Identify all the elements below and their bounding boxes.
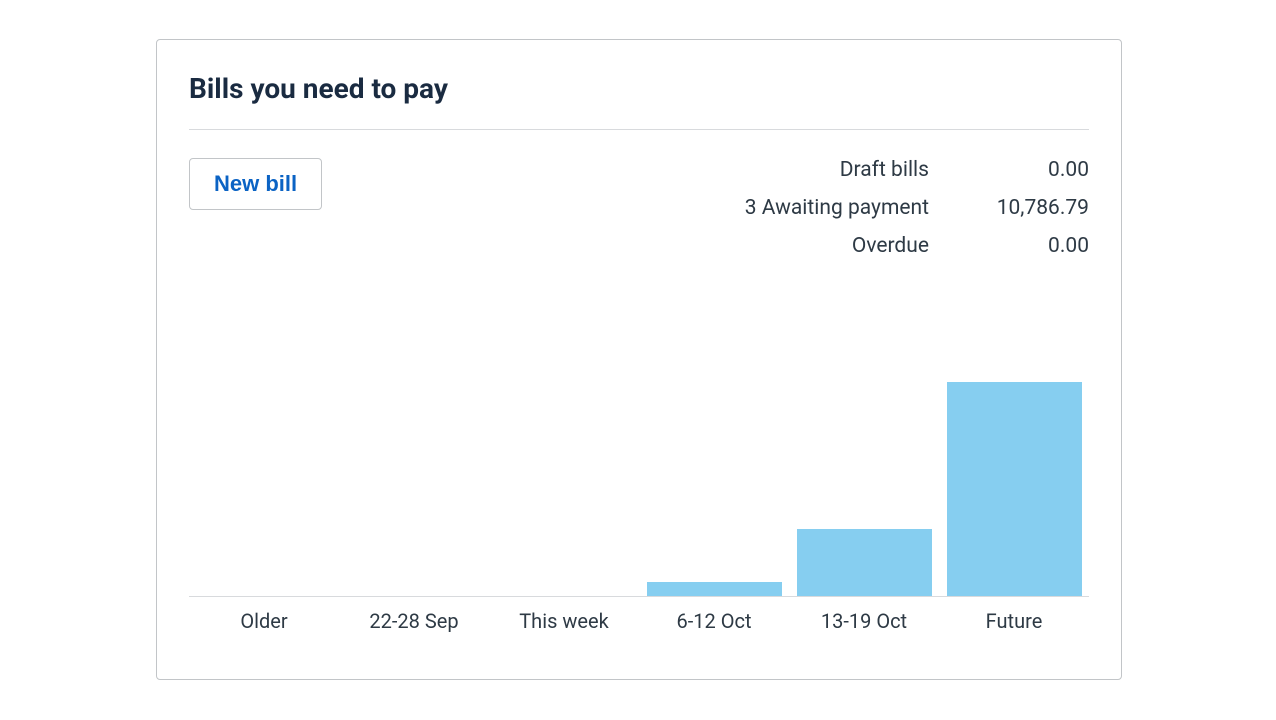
bar[interactable] (797, 529, 932, 596)
summary-row-draft[interactable]: Draft bills 0.00 (729, 158, 1089, 182)
x-axis-label: Future (939, 609, 1089, 633)
draft-bills-value: 0.00 (969, 158, 1089, 182)
awaiting-payment-label: 3 Awaiting payment (729, 196, 969, 220)
bar-slot (639, 379, 789, 596)
summary-row-overdue[interactable]: Overdue 0.00 (729, 234, 1089, 258)
x-axis-label: 6-12 Oct (639, 609, 789, 633)
overdue-label: Overdue (729, 234, 969, 258)
summary-row-awaiting[interactable]: 3 Awaiting payment 10,786.79 (729, 196, 1089, 220)
overdue-value: 0.00 (969, 234, 1089, 258)
header-row: New bill Draft bills 0.00 3 Awaiting pay… (189, 158, 1089, 258)
x-axis-label: 22-28 Sep (339, 609, 489, 633)
bars-row (189, 379, 1089, 597)
awaiting-payment-value: 10,786.79 (969, 196, 1089, 220)
bar-slot (489, 379, 639, 596)
bills-card: Bills you need to pay New bill Draft bil… (156, 39, 1122, 680)
draft-bills-label: Draft bills (729, 158, 969, 182)
card-title: Bills you need to pay (189, 72, 1089, 105)
new-bill-button[interactable]: New bill (189, 158, 322, 210)
divider (189, 129, 1089, 130)
bar[interactable] (947, 382, 1082, 596)
bar-slot (339, 379, 489, 596)
bills-bar-chart: Older22-28 SepThis week6-12 Oct13-19 Oct… (189, 379, 1089, 639)
bar-slot (789, 379, 939, 596)
summary-block: Draft bills 0.00 3 Awaiting payment 10,7… (729, 158, 1089, 258)
bar[interactable] (647, 582, 782, 596)
x-axis-label: Older (189, 609, 339, 633)
x-axis-label: 13-19 Oct (789, 609, 939, 633)
bar-slot (189, 379, 339, 596)
bar-slot (939, 379, 1089, 596)
x-axis-label: This week (489, 609, 639, 633)
x-axis-labels: Older22-28 SepThis week6-12 Oct13-19 Oct… (189, 609, 1089, 633)
